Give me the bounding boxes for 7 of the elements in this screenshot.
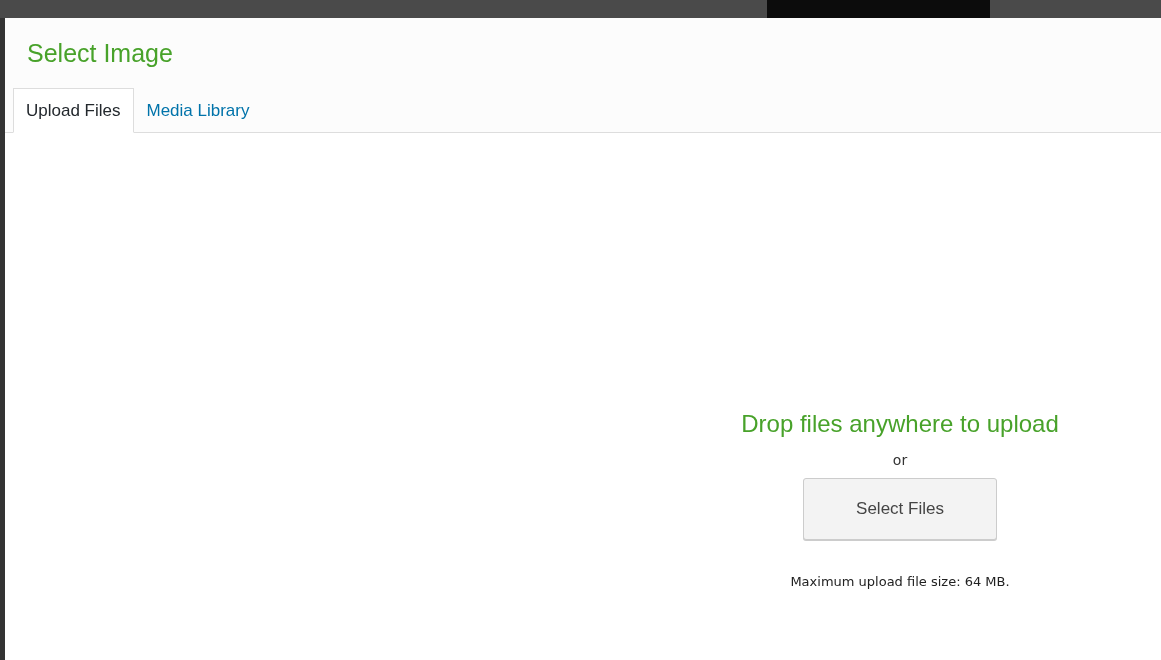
tab[interactable]: Media Library <box>133 88 263 133</box>
separator-text: or <box>892 452 908 468</box>
modal-title: Select Image <box>27 38 173 68</box>
select-files-button[interactable]: Select Files <box>803 478 997 540</box>
tab[interactable]: Upload Files <box>13 88 134 133</box>
max-size-note: Maximum upload file size: 64 MB. <box>790 574 1010 589</box>
drop-instructions: Drop files anywhere to upload <box>741 410 1059 438</box>
